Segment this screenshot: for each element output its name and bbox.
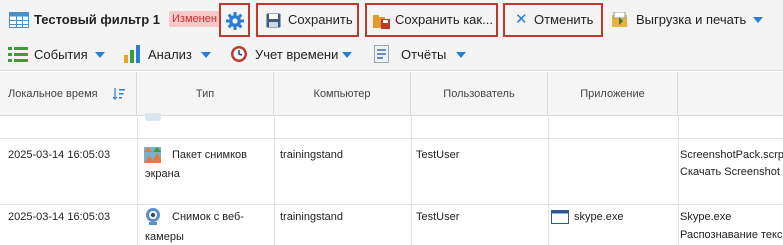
column-header-application[interactable]: Приложение [548, 72, 678, 116]
time-tracking-menu[interactable]: Учет времени [230, 44, 355, 66]
cell-user: TestUser [416, 211, 460, 223]
cell-type-line1: Пакет снимков [172, 149, 247, 161]
cancel-button[interactable]: ✕ Отменить [503, 3, 603, 37]
column-header-user[interactable]: Пользователь [411, 72, 548, 116]
cell-computer: trainingstand [280, 149, 343, 161]
application-window-icon [551, 210, 569, 224]
table-icon [9, 12, 29, 28]
reports-label: Отчёты [401, 47, 447, 62]
export-print-button[interactable]: Выгрузка и печать [608, 3, 783, 37]
cell-time: 2025-03-14 16:05:03 [8, 149, 111, 161]
download-screenshot-link[interactable]: Скачать Screenshot [680, 166, 780, 178]
save-as-button[interactable]: Сохранить как... [365, 3, 498, 37]
column-divider [678, 116, 679, 245]
cell-type-line2: экрана [145, 168, 180, 180]
chevron-down-icon [456, 52, 466, 58]
cell-type-line1: Снимок с веб- [172, 211, 244, 223]
analysis-menu[interactable]: Анализ [124, 44, 224, 66]
save-as-label: Сохранить как... [395, 12, 493, 27]
reports-menu[interactable]: Отчёты [374, 44, 474, 66]
type-icon [145, 113, 161, 121]
cell-detail-line1: ScreenshotPack.scrp [680, 149, 783, 161]
column-divider [548, 116, 549, 245]
chevron-down-icon [753, 17, 763, 23]
changed-badge: Изменен [169, 11, 220, 27]
column-divider [274, 116, 275, 245]
events-label: События [34, 47, 88, 62]
cell-detail-line2: Распознавание текс [680, 229, 783, 241]
cell-type-line2: камеры [145, 231, 184, 243]
filter-toolbar: Тестовый фильтр 1 Изменен Сохранить Сохр… [0, 0, 783, 40]
export-print-label: Выгрузка и печать [636, 12, 747, 27]
table-row[interactable]: 2025-03-14 16:05:03 Пакет снимков экрана… [0, 139, 783, 205]
time-tracking-label: Учет времени [255, 47, 339, 62]
column-divider [411, 116, 412, 245]
close-icon: ✕ [515, 11, 528, 28]
report-icon [374, 45, 389, 63]
table-row[interactable] [0, 113, 783, 139]
bar-chart-icon [124, 45, 140, 63]
save-label: Сохранить [288, 12, 353, 27]
cancel-label: Отменить [534, 12, 594, 27]
cell-application: skype.exe [574, 211, 624, 223]
filter-settings-button[interactable] [219, 3, 250, 37]
cell-user: TestUser [416, 149, 460, 161]
clock-icon [231, 46, 247, 62]
save-button[interactable]: Сохранить [256, 3, 359, 37]
cell-time: 2025-03-14 16:05:03 [8, 211, 111, 223]
screenshot-pack-icon [144, 147, 161, 163]
table-row[interactable]: 2025-03-14 16:05:03 Снимок с веб- камеры… [0, 205, 783, 245]
chevron-down-icon [201, 52, 211, 58]
export-icon [612, 12, 627, 27]
chevron-down-icon [95, 52, 105, 58]
events-menu[interactable]: События [8, 44, 118, 66]
cell-detail-line1: Skype.exe [680, 211, 732, 223]
list-icon [8, 47, 28, 62]
column-divider [137, 116, 138, 245]
webcam-icon [146, 208, 160, 225]
column-header-details[interactable] [678, 72, 783, 116]
floppy-disk-icon [266, 13, 281, 28]
gear-icon [226, 12, 244, 30]
filter-title: Тестовый фильтр 1 [34, 12, 161, 27]
analysis-label: Анализ [148, 47, 192, 62]
column-header-local-time[interactable]: Локальное время [0, 72, 137, 116]
column-header-type[interactable]: Тип [137, 72, 274, 116]
folder-save-icon [373, 15, 390, 29]
column-header-computer[interactable]: Компьютер [274, 72, 411, 116]
sort-icon[interactable] [113, 88, 125, 100]
chevron-down-icon [342, 52, 352, 58]
grid-header: Локальное время Тип Компьютер Пользовате… [0, 72, 783, 116]
column-label: Локальное время [8, 88, 98, 100]
cell-computer: trainingstand [280, 211, 343, 223]
view-toolbar: События Анализ Учет времени Отчёты [0, 40, 783, 71]
